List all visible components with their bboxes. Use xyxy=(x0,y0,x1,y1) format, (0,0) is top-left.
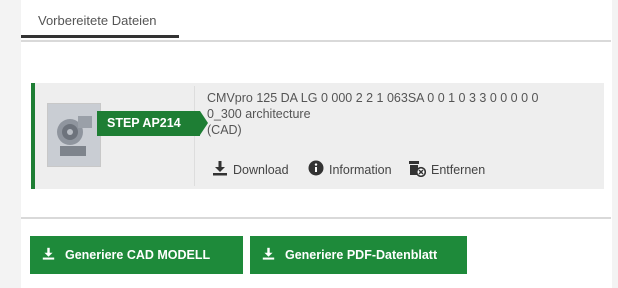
remove-file-icon xyxy=(408,160,427,180)
generate-cad-button[interactable]: Generiere CAD MODELL xyxy=(30,236,243,274)
format-badge-label: STEP AP214 xyxy=(107,116,181,130)
download-link[interactable]: Download xyxy=(212,160,289,179)
tab-divider xyxy=(21,40,611,42)
information-label: Information xyxy=(329,162,392,177)
active-tab-indicator xyxy=(21,35,179,38)
product-thumbnail xyxy=(47,103,101,167)
generate-pdf-label: Generiere PDF-Datenblatt xyxy=(285,248,438,262)
file-title-line3: (CAD) xyxy=(207,123,242,137)
generate-cad-label: Generiere CAD MODELL xyxy=(65,248,211,262)
file-title-line2: 0_300 architecture xyxy=(207,107,311,121)
file-title-line1: CMVpro 125 DA LG 0 000 2 2 1 063SA 0 0 1… xyxy=(207,91,539,105)
section-divider xyxy=(21,217,611,219)
download-label: Download xyxy=(233,162,289,177)
remove-link[interactable]: Entfernen xyxy=(408,160,485,180)
download-icon xyxy=(212,160,228,179)
information-link[interactable]: Information xyxy=(308,160,392,179)
file-card-accent xyxy=(31,83,35,189)
format-badge: STEP AP214 xyxy=(97,111,208,136)
file-title: CMVpro 125 DA LG 0 000 2 2 1 063SA 0 0 1… xyxy=(207,90,599,138)
download-icon xyxy=(42,247,55,263)
thumbnail-divider xyxy=(194,86,195,186)
generate-pdf-button[interactable]: Generiere PDF-Datenblatt xyxy=(250,236,467,274)
remove-label: Entfernen xyxy=(431,163,486,177)
download-icon xyxy=(262,247,275,263)
info-icon xyxy=(308,160,324,179)
